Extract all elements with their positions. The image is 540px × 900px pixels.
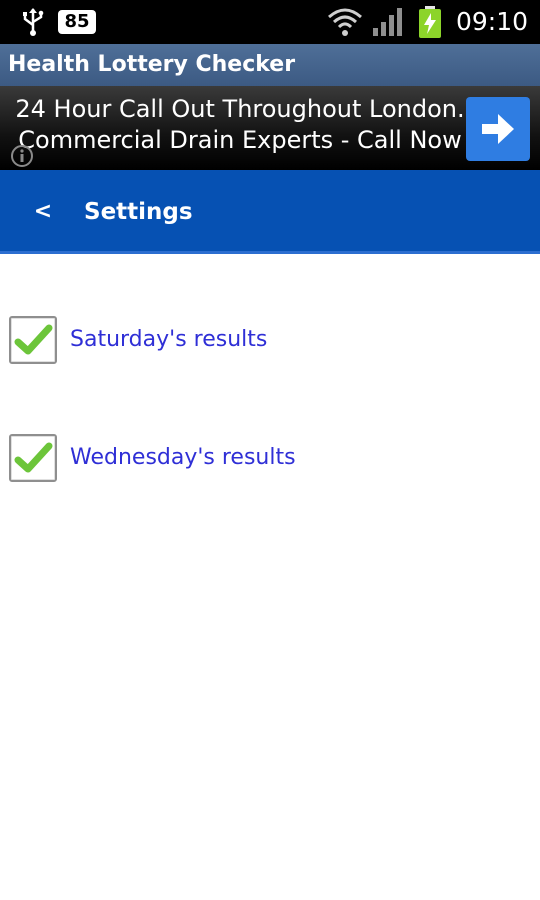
ad-line-2: Commercial Drain Experts - Call Now (18, 126, 462, 154)
app-title: Health Lottery Checker (8, 52, 296, 77)
checkmark-icon (14, 324, 53, 355)
back-button[interactable]: < (28, 194, 58, 230)
status-bar: 85 09:10 (0, 0, 540, 44)
arrow-right-icon (482, 114, 514, 144)
settings-header: < Settings (0, 170, 540, 254)
ad-banner[interactable]: 24 Hour Call Out Throughout London. Comm… (0, 86, 540, 170)
saturday-results-label[interactable]: Saturday's results (70, 322, 267, 358)
battery-charging-icon (419, 6, 441, 38)
option-saturday-results[interactable]: Saturday's results (0, 310, 540, 370)
notification-badge: 85 (58, 10, 96, 34)
ad-arrow-button[interactable] (466, 97, 530, 161)
usb-icon (23, 8, 44, 36)
signal-icon (373, 8, 402, 36)
checkmark-icon (14, 442, 53, 473)
wednesday-results-label[interactable]: Wednesday's results (70, 440, 296, 476)
option-wednesday-results[interactable]: Wednesday's results (0, 428, 540, 488)
wifi-icon (328, 8, 362, 36)
page-title: Settings (84, 199, 193, 225)
wednesday-results-checkbox[interactable] (9, 434, 57, 482)
saturday-results-checkbox[interactable] (9, 316, 57, 364)
ad-line-1: 24 Hour Call Out Throughout London. (15, 95, 465, 123)
clock: 09:10 (455, 7, 528, 36)
app-title-bar: Health Lottery Checker (0, 44, 540, 86)
ad-text[interactable]: 24 Hour Call Out Throughout London. Comm… (0, 94, 480, 156)
info-icon[interactable] (10, 144, 34, 168)
